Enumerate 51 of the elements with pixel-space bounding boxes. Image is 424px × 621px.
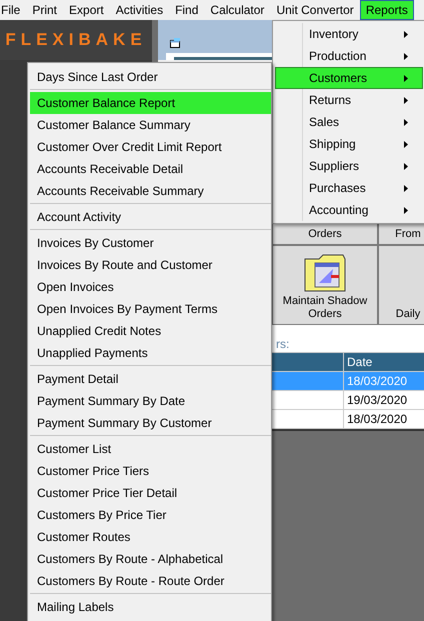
menu-item[interactable]: Payment Detail — [30, 368, 271, 390]
menu-item[interactable]: Customers By Route - Alphabetical — [30, 548, 271, 570]
menu-item[interactable]: Customer Price Tier Detail — [30, 482, 271, 504]
menu-item[interactable]: Days Since Last Order — [30, 66, 271, 88]
menu-item[interactable]: Unapplied Payments — [30, 342, 271, 364]
menu-item[interactable]: Payment Summary By Date — [30, 390, 271, 412]
menu-item[interactable]: Customers By Price Tier — [30, 504, 271, 526]
menu-item[interactable]: Mailing Labels — [30, 596, 271, 618]
menu-item[interactable]: Suppliers — [275, 155, 423, 177]
table-cell: 18/03/2020 — [347, 374, 408, 388]
menu-item[interactable]: Purchases — [275, 177, 423, 199]
menu-item[interactable]: Customer Over Credit Limit Report — [30, 136, 271, 158]
menu-item[interactable]: Reports — [360, 0, 414, 20]
menu-item[interactable]: Accounts Receivable Detail — [30, 158, 271, 180]
menu-item[interactable]: Invoices By Customer — [30, 232, 271, 254]
menu-item[interactable]: Customers By Route - Route Order — [30, 570, 271, 592]
menu-item[interactable]: Account Activity — [30, 206, 271, 228]
logo: FLEXIBAKE — [0, 20, 152, 60]
table-cell: 19/03/2020 — [347, 393, 408, 407]
toolbar-button[interactable]: Daily — [378, 245, 424, 325]
menu-item[interactable]: Print — [26, 0, 64, 20]
menu-item[interactable]: Customer List — [30, 438, 271, 460]
menu-item[interactable]: Accounts Receivable Summary — [30, 180, 271, 202]
column-header: Date — [344, 353, 424, 371]
menu-item[interactable]: Calculator — [204, 0, 270, 20]
menu-item[interactable]: Export — [63, 0, 110, 20]
menu-item[interactable]: Inventory — [275, 23, 423, 45]
filter-label: rs: — [276, 337, 290, 352]
table-cell: 18/03/2020 — [347, 412, 408, 426]
menu-item[interactable]: File — [0, 0, 26, 20]
menu-item[interactable]: Customers — [275, 67, 423, 89]
menu-item[interactable]: Customer Balance Report — [30, 92, 271, 114]
menu-item[interactable]: Unit Convertor — [270, 0, 360, 20]
menu-item[interactable]: Returns — [275, 89, 423, 111]
menu-item[interactable]: Find — [169, 0, 204, 20]
folder-calendar-icon — [303, 253, 347, 293]
menu-item[interactable]: Shipping — [275, 133, 423, 155]
window-icon — [170, 38, 182, 48]
maintain-shadow-orders-button[interactable]: Maintain Shadow Orders — [272, 245, 378, 325]
menu-item[interactable]: Customer Price Tiers — [30, 460, 271, 482]
menu-item[interactable]: Activities — [110, 0, 170, 20]
menu-item[interactable]: Invoices By Route and Customer — [30, 254, 271, 276]
menu-item[interactable]: Production — [275, 45, 423, 67]
menu-item[interactable]: Unapplied Credit Notes — [30, 320, 271, 342]
menu-item[interactable]: Payment Summary By Customer — [30, 412, 271, 434]
menu-item[interactable]: Sales — [275, 111, 423, 133]
menu-item[interactable]: Open Invoices By Payment Terms — [30, 298, 271, 320]
menu-item[interactable]: Customer Balance Summary — [30, 114, 271, 136]
menu-item[interactable]: Accounting — [275, 199, 423, 221]
menu-item[interactable]: Open Invoices — [30, 276, 271, 298]
menu-item[interactable]: Customer Routes — [30, 526, 271, 548]
